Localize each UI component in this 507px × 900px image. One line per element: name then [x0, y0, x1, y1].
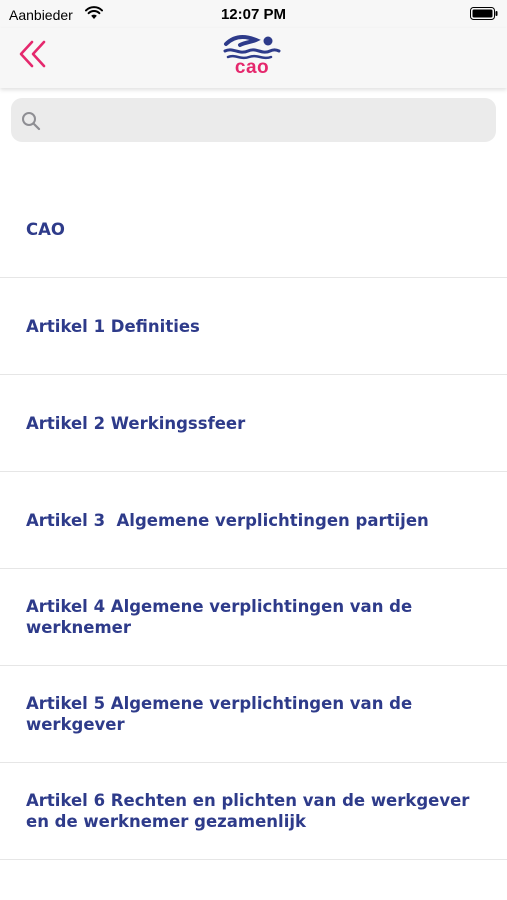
list-item-label: Artikel 6 Rechten en plichten van de wer… [26, 791, 476, 831]
list-item-artikel-2[interactable]: Artikel 2 Werkingssfeer [0, 375, 507, 472]
list-item-cao[interactable]: CAO [0, 181, 507, 278]
logo-text: cao [234, 57, 270, 78]
list-item-label: Artikel 2 Werkingssfeer [26, 413, 246, 433]
status-bar: Aanbieder 12:07 PM [0, 0, 507, 28]
double-chevron-left-icon [19, 40, 46, 68]
list-item-label: Artikel 1 Definities [26, 316, 200, 336]
list-item-label: Artikel 5 Algemene verplichtingen van de… [26, 694, 418, 734]
navigation-bar: cao [0, 28, 507, 88]
list-item-artikel-5[interactable]: Artikel 5 Algemene verplichtingen van de… [0, 666, 507, 763]
list-item-artikel-6[interactable]: Artikel 6 Rechten en plichten van de wer… [0, 763, 507, 860]
list-item-artikel-4[interactable]: Artikel 4 Algemene verplichtingen van de… [0, 569, 507, 666]
list-item-artikel-3[interactable]: Artikel 3 Algemene verplichtingen partij… [0, 472, 507, 569]
search-input[interactable] [51, 98, 485, 144]
search-icon [22, 112, 41, 131]
list-item-label: Artikel 3 Algemene verplichtingen partij… [26, 510, 429, 530]
list-item-label: CAO [26, 219, 65, 239]
status-time: 12:07 PM [220, 6, 287, 23]
search-bar[interactable] [11, 98, 496, 144]
battery-icon [470, 7, 498, 25]
list-item-label: Artikel 4 Algemene verplichtingen van de… [26, 597, 418, 637]
back-button[interactable] [18, 38, 52, 72]
cao-logo: cao [222, 32, 282, 84]
list-item-artikel-1[interactable]: Artikel 1 Definities [0, 278, 507, 375]
article-list: CAO Artikel 1 Definities Artikel 2 Werki… [0, 181, 507, 860]
